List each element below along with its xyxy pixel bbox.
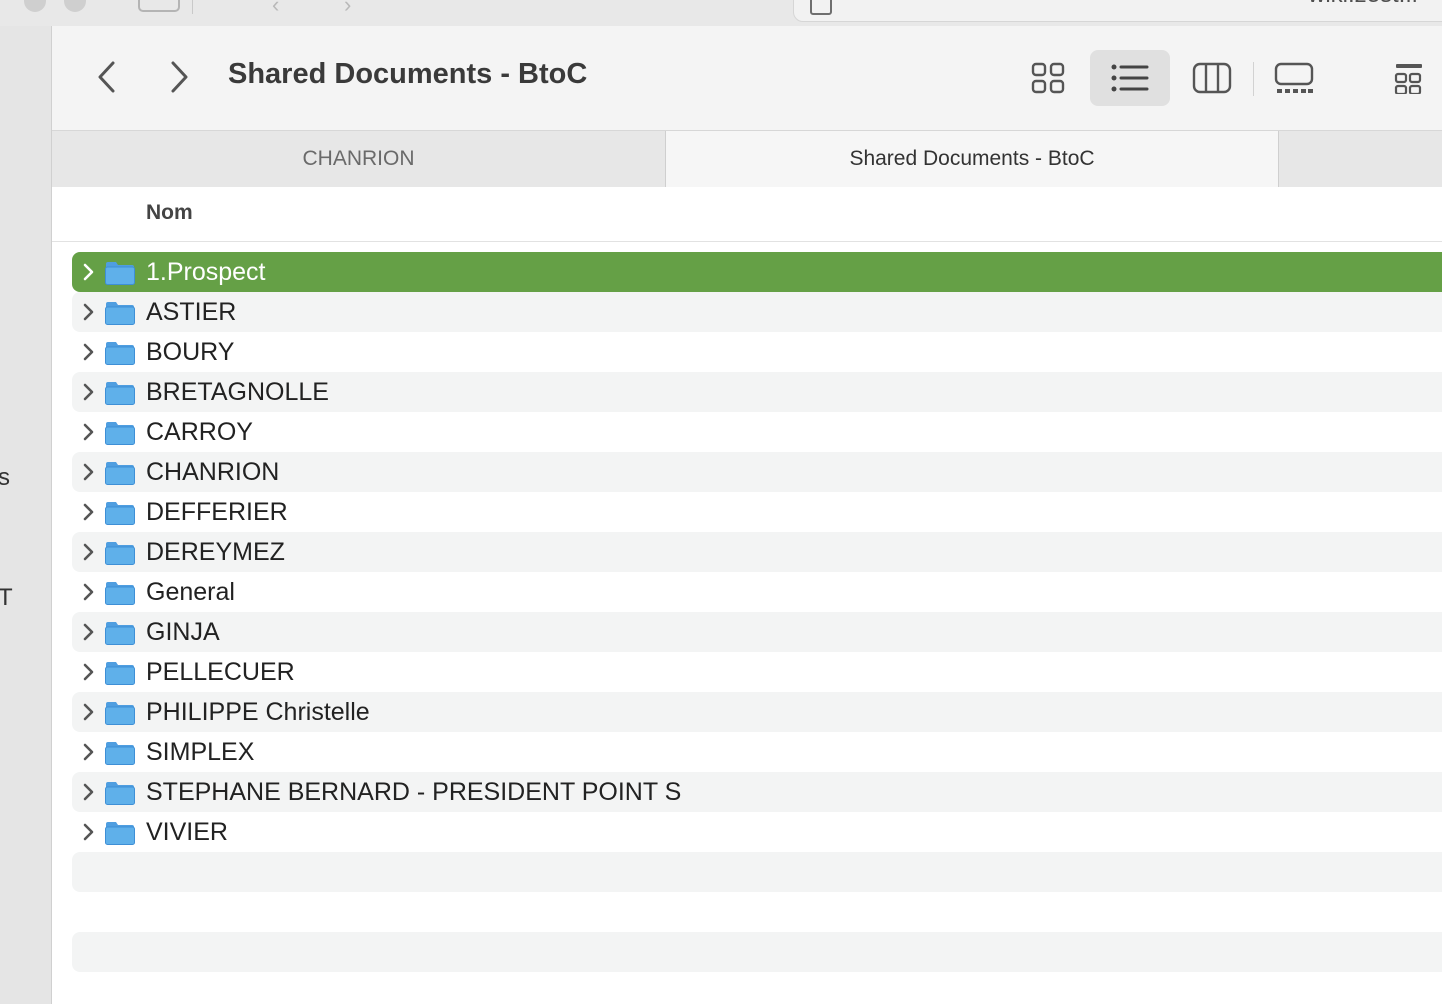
list-item[interactable]: GINJA [72,612,1442,652]
folder-icon [105,302,135,325]
list-item[interactable]: BRETAGNOLLE [72,372,1442,412]
list-item[interactable]: ASTIER [72,292,1442,332]
list-item[interactable]: DEREYMEZ [72,532,1442,572]
list-item[interactable]: CARROY [72,412,1442,452]
chevron-left-icon [98,61,115,93]
disclosure-triangle-icon[interactable] [78,422,98,442]
item-label: ASTIER [146,298,237,326]
list-item[interactable]: DEFFERIER [72,492,1442,532]
window-close-button[interactable] [24,0,46,12]
empty-list-row [72,852,1442,892]
list-item[interactable]: STEPHANE BERNARD - PRESIDENT POINT S [72,772,1442,812]
item-label: PELLECUER [146,658,295,686]
disclosure-triangle-icon[interactable] [78,262,98,282]
gallery-view-icon [1274,62,1314,93]
folder-icon [105,782,135,805]
list-item[interactable]: General [72,572,1442,612]
list-item[interactable]: VIVIER [72,812,1442,852]
sidebar-toggle-icon[interactable] [138,0,180,12]
item-label: CARROY [146,418,253,446]
browser-forward-icon[interactable]: › [344,0,351,18]
list-view-icon [1111,64,1149,92]
folder-icon [105,262,135,285]
folder-icon [105,822,135,845]
empty-list-row [72,892,1442,932]
folder-icon [105,382,135,405]
disclosure-triangle-icon[interactable] [78,502,98,522]
item-label: DEFFERIER [146,498,288,526]
item-label: 1.Prospect [146,258,266,286]
disclosure-triangle-icon[interactable] [78,302,98,322]
address-text: wiki.zest.fr [1308,0,1420,9]
chrome-divider [192,0,193,14]
sidebar-fragment[interactable]: T [0,584,13,612]
list-view-button[interactable] [1090,50,1170,106]
column-view-icon [1192,62,1232,94]
item-label: VIVIER [146,818,228,846]
item-label: BOURY [146,338,235,366]
column-header: Nom [52,187,1442,242]
gallery-view-button[interactable] [1254,50,1334,106]
browser-back-icon[interactable]: ‹ [272,0,279,18]
file-list: 1.Prospect ASTIER BOURY BRETAGNOLLE CARROY CH… [72,252,1442,972]
address-bar[interactable]: wiki.zest.fr [793,0,1442,22]
item-label: General [146,578,235,606]
folder-icon [105,662,135,685]
chevron-right-icon [171,61,188,93]
list-item[interactable]: SIMPLEX [72,732,1442,772]
disclosure-triangle-icon[interactable] [78,542,98,562]
column-name-header[interactable]: Nom [146,201,193,225]
folder-icon [105,502,135,525]
list-item[interactable]: PELLECUER [72,652,1442,692]
item-label: CHANRION [146,458,280,486]
finder-toolbar: Shared Documents - BtoC [52,26,1442,130]
folder-icon [105,422,135,445]
item-label: SIMPLEX [146,738,255,766]
disclosure-triangle-icon[interactable] [78,782,98,802]
item-label: PHILIPPE Christelle [146,698,370,726]
disclosure-triangle-icon[interactable] [78,742,98,762]
list-item[interactable]: CHANRION [72,452,1442,492]
icon-view-icon [1031,62,1065,94]
tab-bar: CHANRION Shared Documents - BtoC [52,130,1442,188]
column-view-button[interactable] [1172,50,1252,106]
disclosure-triangle-icon[interactable] [78,342,98,362]
folder-icon [105,582,135,605]
disclosure-triangle-icon[interactable] [78,662,98,682]
back-button[interactable] [80,50,134,104]
disclosure-triangle-icon[interactable] [78,702,98,722]
folder-icon [105,742,135,765]
group-button[interactable] [1392,50,1442,106]
folder-icon [105,622,135,645]
folder-icon [105,542,135,565]
list-item[interactable]: PHILIPPE Christelle [72,692,1442,732]
icon-view-button[interactable] [1008,50,1088,106]
list-item[interactable]: 1.Prospect [72,252,1442,292]
item-label: DEREYMEZ [146,538,285,566]
disclosure-triangle-icon[interactable] [78,622,98,642]
item-label: STEPHANE BERNARD - PRESIDENT POINT S [146,778,682,806]
disclosure-triangle-icon[interactable] [78,582,98,602]
disclosure-triangle-icon[interactable] [78,382,98,402]
list-item[interactable]: BOURY [72,332,1442,372]
page-icon [810,0,832,15]
browser-toolbar: ‹ › wiki.zest.fr [0,0,1442,27]
empty-list-row [72,932,1442,972]
folder-icon [105,702,135,725]
page-title: Shared Documents - BtoC [228,58,588,90]
window-minimize-button[interactable] [64,0,86,12]
folder-icon [105,342,135,365]
folder-icon [105,462,135,485]
tab-shared-documents[interactable]: Shared Documents - BtoC [665,131,1279,187]
item-label: GINJA [146,618,220,646]
item-label: BRETAGNOLLE [146,378,329,406]
disclosure-triangle-icon[interactable] [78,462,98,482]
tab-empty[interactable] [1279,131,1442,187]
sidebar-fragment[interactable]: s [0,464,10,492]
tab-chanrion[interactable]: CHANRION [52,131,666,187]
disclosure-triangle-icon[interactable] [78,822,98,842]
finder-sidebar: s T [0,26,52,1004]
forward-button[interactable] [152,50,206,104]
group-icon [1394,64,1422,94]
